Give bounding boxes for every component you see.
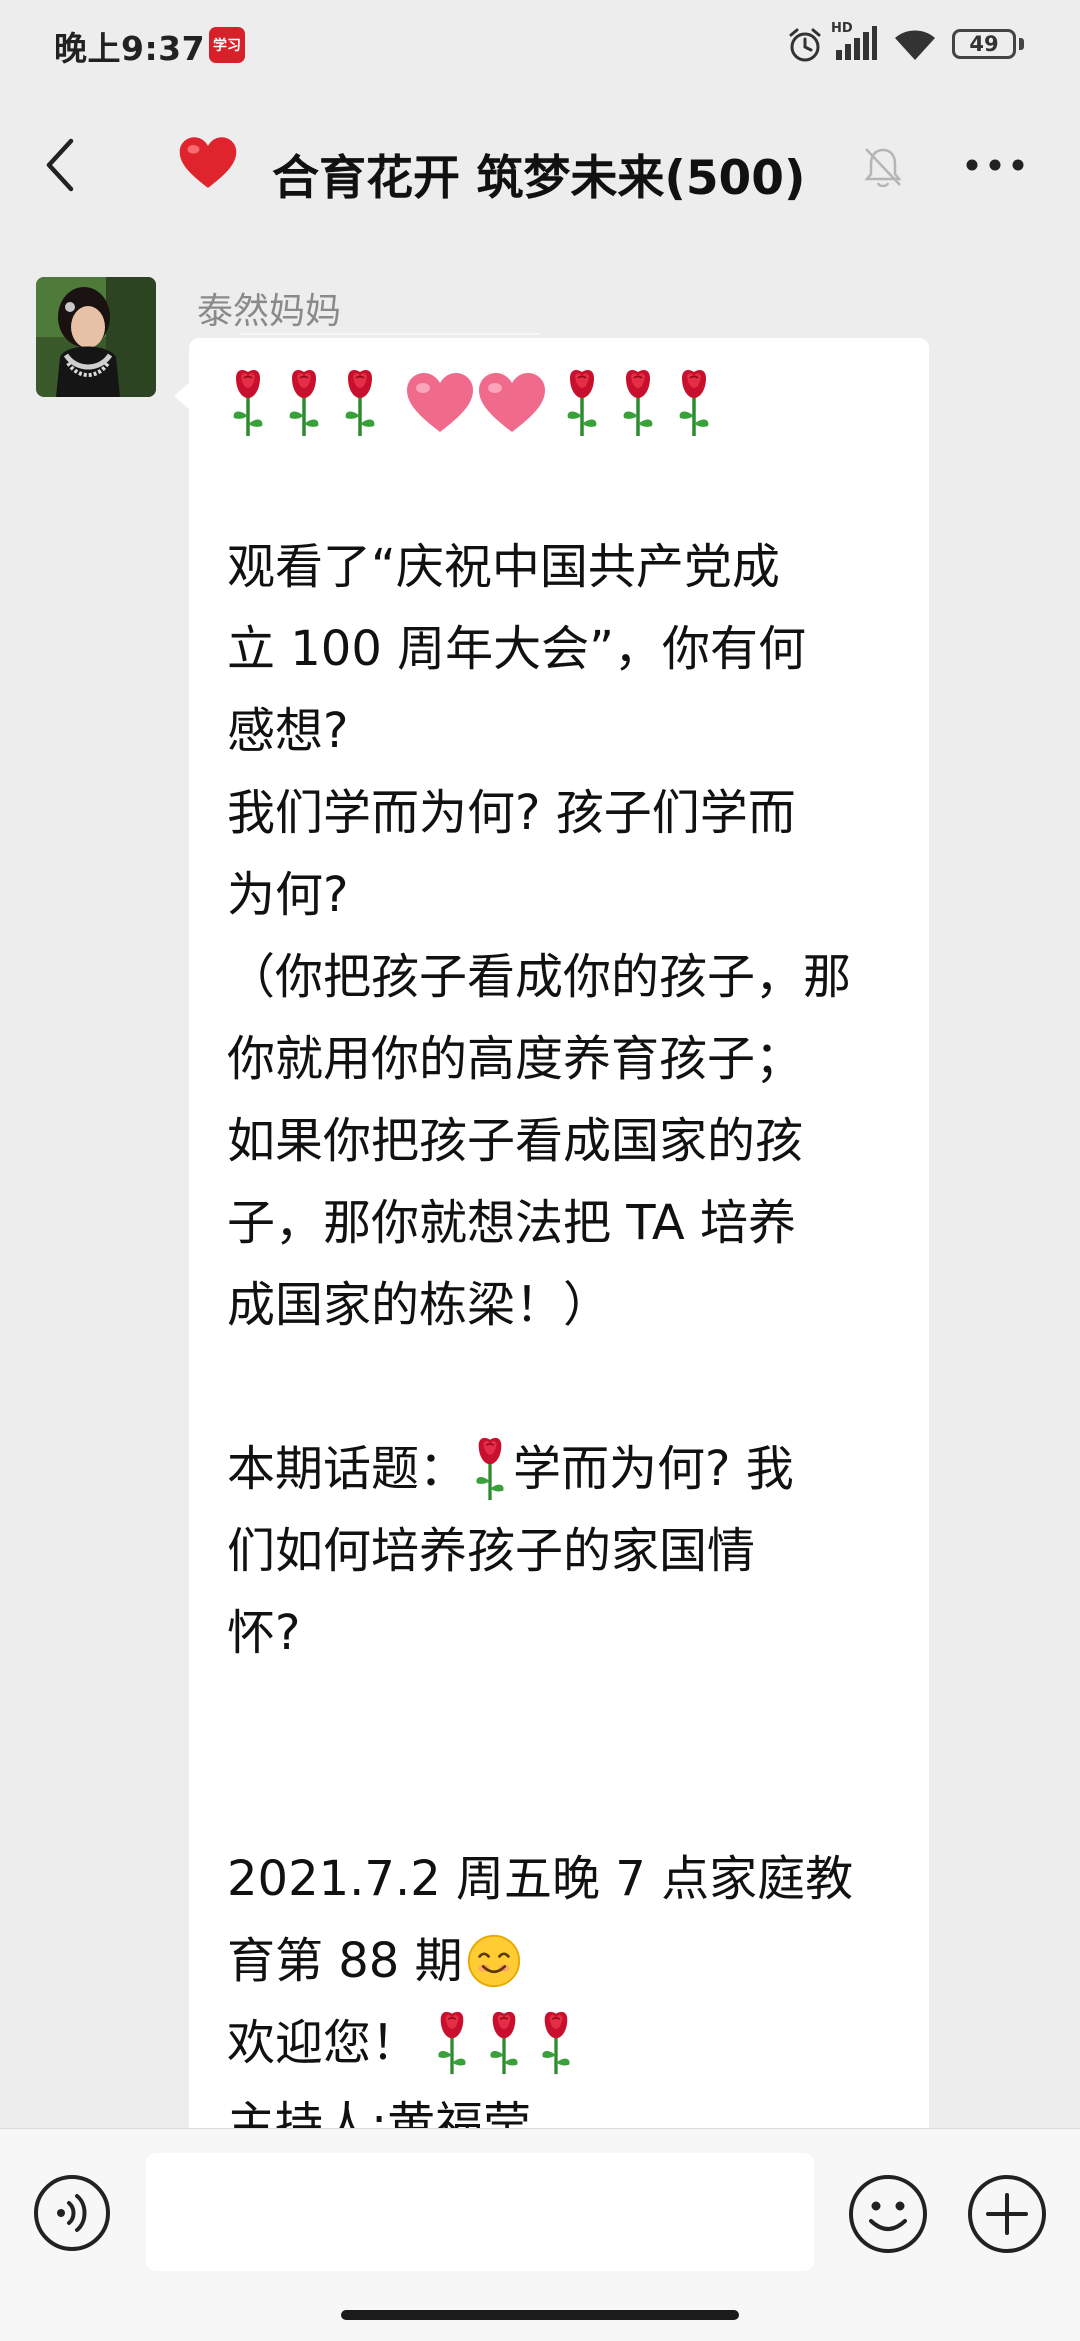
message-line: 子，那你就想法把 TA 培养 — [227, 1195, 796, 1251]
bubble-tail — [174, 382, 190, 410]
wifi-icon — [895, 30, 935, 60]
emoji-icon — [849, 2175, 927, 2253]
rose-icon — [283, 368, 325, 438]
rose-icon — [673, 368, 715, 438]
rose-icon — [433, 2010, 471, 2076]
message-bubble[interactable]: 观看了“庆祝中国共产党成 立 100 周年大会”，你有何 感想? 我们学而为何?… — [189, 338, 929, 2158]
message-line: 你就用你的高度养育孩子； — [227, 1031, 804, 1087]
signal-icon — [836, 26, 877, 60]
session-text: 育第 88 期 — [227, 1933, 463, 1989]
smile-emoji-icon — [467, 1934, 521, 1988]
status-time: 晚上9:37 — [54, 29, 206, 68]
alarm-icon — [789, 28, 821, 62]
rose-icon — [485, 2010, 523, 2076]
chat-title[interactable]: 合育花开 筑梦未来(500) — [272, 139, 805, 208]
plus-icon — [968, 2175, 1046, 2253]
message-line: 我们学而为何? 孩子们学而 — [227, 785, 796, 841]
avatar-image — [36, 277, 156, 397]
message-line: （你把孩子看成你的孩子，那 — [227, 949, 852, 1005]
rose-icon — [227, 368, 269, 438]
voice-button[interactable] — [32, 2173, 112, 2253]
battery-level: 49 — [969, 32, 999, 56]
study-app-icon: 学习 — [209, 27, 245, 63]
add-button[interactable] — [966, 2173, 1048, 2255]
message-line: 成国家的栋梁！） — [227, 1277, 612, 1333]
message-line: 为何? — [227, 867, 349, 923]
welcome-text: 欢迎您！ — [227, 2015, 420, 2071]
message-line: 们如何培养孩子的家国情 — [227, 1523, 756, 1579]
battery-tip — [1019, 38, 1024, 50]
back-arrow-icon — [46, 138, 74, 192]
chat-header: 合育花开 筑梦未来(500) — [0, 95, 1080, 335]
home-indicator[interactable] — [341, 2310, 739, 2320]
status-bar: 晚上9:37 学习 HD 49 — [0, 0, 1080, 95]
topic-label: 本期话题： — [227, 1441, 468, 1497]
message-line: 如果你把孩子看成国家的孩 — [227, 1113, 804, 1169]
message-line: 观看了“庆祝中国共产党成 — [227, 539, 780, 595]
message-input[interactable] — [146, 2153, 814, 2271]
session-line: 育第 88 期 — [227, 1920, 893, 2002]
message-line: 立 100 周年大会”，你有何 — [227, 621, 807, 677]
pink-heart-icon — [405, 372, 475, 434]
more-button[interactable] — [960, 135, 1030, 195]
rose-icon — [471, 1436, 509, 1502]
rose-icon — [537, 2010, 575, 2076]
battery-icon: 49 — [952, 29, 1016, 59]
rose-icon — [617, 368, 659, 438]
message-line: 怀? — [227, 1605, 301, 1661]
more-dots-icon — [966, 159, 1024, 171]
message-line: 2021.7.2 周五晚 7 点家庭教 — [227, 1851, 854, 1907]
message-line: 感想? — [227, 703, 349, 759]
pink-heart-icon — [477, 372, 547, 434]
back-button[interactable] — [30, 125, 90, 205]
rose-icon — [561, 368, 603, 438]
topic-line: 本期话题： 学而为何? 我 — [227, 1428, 893, 1510]
topic-text: 学而为何? 我 — [513, 1441, 794, 1497]
avatar[interactable] — [36, 277, 156, 397]
sender-name: 泰然妈妈 — [197, 291, 342, 332]
rose-icon — [339, 368, 381, 438]
welcome-line: 欢迎您！ — [227, 2002, 893, 2084]
heart-icon — [179, 137, 237, 188]
mute-bell-icon — [864, 148, 902, 188]
emoji-button[interactable] — [847, 2173, 929, 2255]
voice-icon — [34, 2175, 110, 2251]
status-indicators: HD 49 — [780, 0, 1080, 95]
emoji-row — [227, 362, 893, 444]
